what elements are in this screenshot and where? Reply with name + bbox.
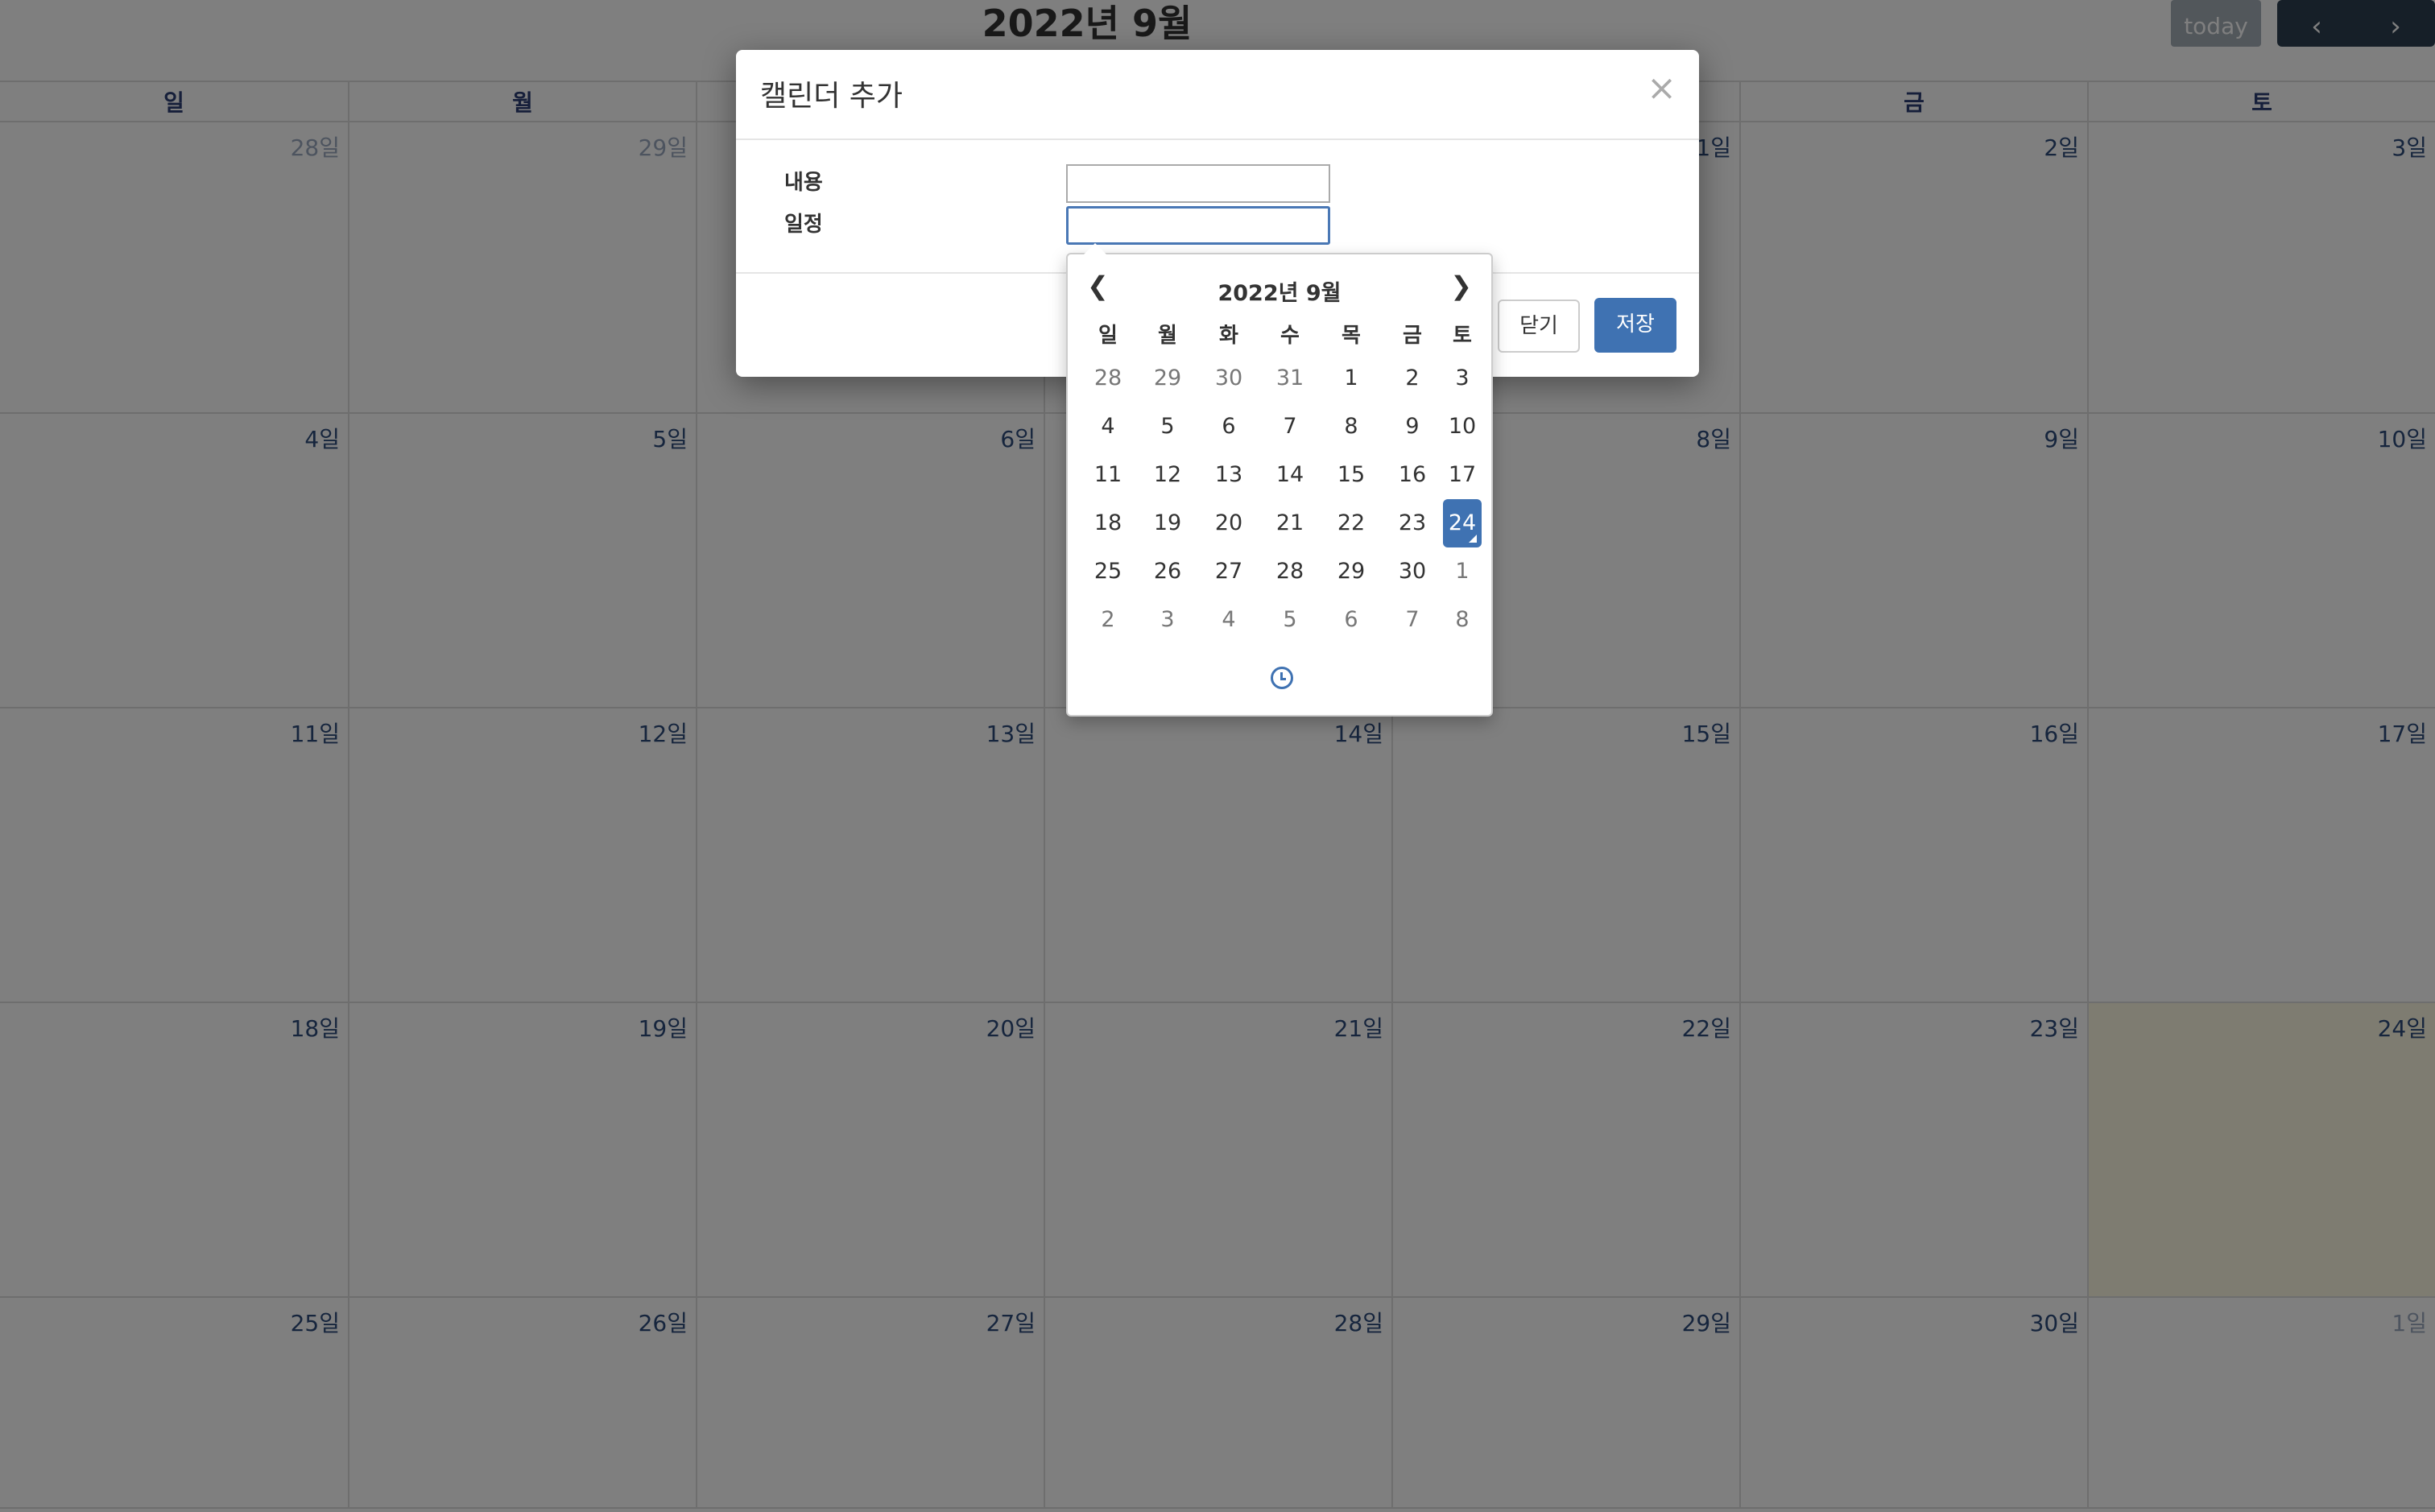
close-button[interactable]: 닫기 [1498, 300, 1580, 353]
datepicker-day[interactable]: 15 [1321, 451, 1382, 499]
dp-weekday: 금 [1403, 324, 1422, 348]
datepicker-day[interactable]: 3 [1137, 596, 1198, 644]
datepicker-day[interactable]: 25 [1079, 547, 1137, 596]
datepicker-day[interactable]: 30 [1382, 547, 1443, 596]
schedule-input[interactable] [1066, 206, 1330, 245]
datepicker-day[interactable]: 20 [1198, 499, 1259, 547]
datepicker-day[interactable]: 3 [1443, 354, 1482, 403]
modal-title: 캘린더 추가 [760, 80, 903, 113]
datepicker-day[interactable]: 6 [1198, 403, 1259, 451]
datepicker-day[interactable]: 5 [1137, 403, 1198, 451]
datepicker-day[interactable]: 28 [1079, 354, 1137, 403]
modal-header: 캘린더 추가 × [736, 50, 1699, 140]
datepicker-day[interactable]: 5 [1259, 596, 1321, 644]
datepicker-day[interactable]: 17 [1443, 451, 1482, 499]
datepicker-day[interactable]: 11 [1079, 451, 1137, 499]
datepicker-day[interactable]: 31 [1259, 354, 1321, 403]
datepicker-day[interactable]: 6 [1321, 596, 1382, 644]
datepicker-caret [1084, 243, 1106, 254]
datepicker-day[interactable]: 27 [1198, 547, 1259, 596]
datepicker-day[interactable]: 9 [1382, 403, 1443, 451]
datepicker-day[interactable]: 2 [1079, 596, 1137, 644]
chevron-right-icon[interactable]: ❯ [1450, 271, 1472, 301]
datepicker-day[interactable]: 19 [1137, 499, 1198, 547]
datepicker-day[interactable]: 2 [1382, 354, 1443, 403]
datepicker-day[interactable]: 8 [1321, 403, 1382, 451]
datepicker-days: 28 29 30 31 1 2 3 4 5 6 7 8 9 10 11 12 13 14 15 16 17 18 19 20 2… [1079, 354, 1482, 644]
datepicker-day[interactable]: 7 [1382, 596, 1443, 644]
datepicker-day[interactable]: 21 [1259, 499, 1321, 547]
close-icon[interactable]: × [1647, 68, 1676, 109]
datepicker-day[interactable]: 1 [1443, 547, 1482, 596]
datepicker-day[interactable]: 10 [1443, 403, 1482, 451]
datepicker-day[interactable]: 29 [1321, 547, 1382, 596]
datepicker-day[interactable]: 7 [1259, 403, 1321, 451]
datepicker-day[interactable]: 29 [1137, 354, 1198, 403]
datepicker-day[interactable]: 1 [1321, 354, 1382, 403]
save-button[interactable]: 저장 [1594, 298, 1676, 353]
datepicker-header: ❮ 2022년 9월 ❯ [1068, 271, 1491, 311]
dp-weekday: 화 [1219, 324, 1238, 348]
dp-weekday: 토 [1453, 324, 1472, 348]
datepicker-day[interactable]: 22 [1321, 499, 1382, 547]
datepicker-day[interactable]: 28 [1259, 547, 1321, 596]
datepicker-day[interactable]: 18 [1079, 499, 1137, 547]
datepicker-day[interactable]: 26 [1137, 547, 1198, 596]
datepicker-day[interactable]: 30 [1198, 354, 1259, 403]
content-label: 내용 [784, 171, 823, 195]
schedule-label: 일정 [784, 213, 823, 237]
datepicker-day[interactable]: 4 [1198, 596, 1259, 644]
dp-weekday: 수 [1280, 324, 1300, 348]
dp-weekday: 월 [1158, 324, 1177, 348]
content-input[interactable] [1066, 164, 1330, 203]
dp-weekday: 일 [1098, 324, 1118, 348]
datepicker-popup: ❮ 2022년 9월 ❯ 일 월 화 수 목 금 토 28 29 30 31 1 2 3 4 5… [1066, 243, 1493, 717]
datepicker-day[interactable]: 8 [1443, 596, 1482, 644]
clock-icon[interactable] [1271, 667, 1293, 689]
datepicker-month[interactable]: 2022년 9월 [1068, 275, 1491, 307]
datepicker-day-selected[interactable]: 24 [1443, 499, 1482, 547]
datepicker-day[interactable]: 4 [1079, 403, 1137, 451]
datepicker-weekdays: 일 월 화 수 목 금 토 [1079, 319, 1482, 349]
datepicker-day[interactable]: 13 [1198, 451, 1259, 499]
datepicker-day[interactable]: 23 [1382, 499, 1443, 547]
datepicker-day[interactable]: 14 [1259, 451, 1321, 499]
dp-weekday: 목 [1342, 324, 1361, 348]
datepicker-day[interactable]: 16 [1382, 451, 1443, 499]
datepicker-day[interactable]: 12 [1137, 451, 1198, 499]
